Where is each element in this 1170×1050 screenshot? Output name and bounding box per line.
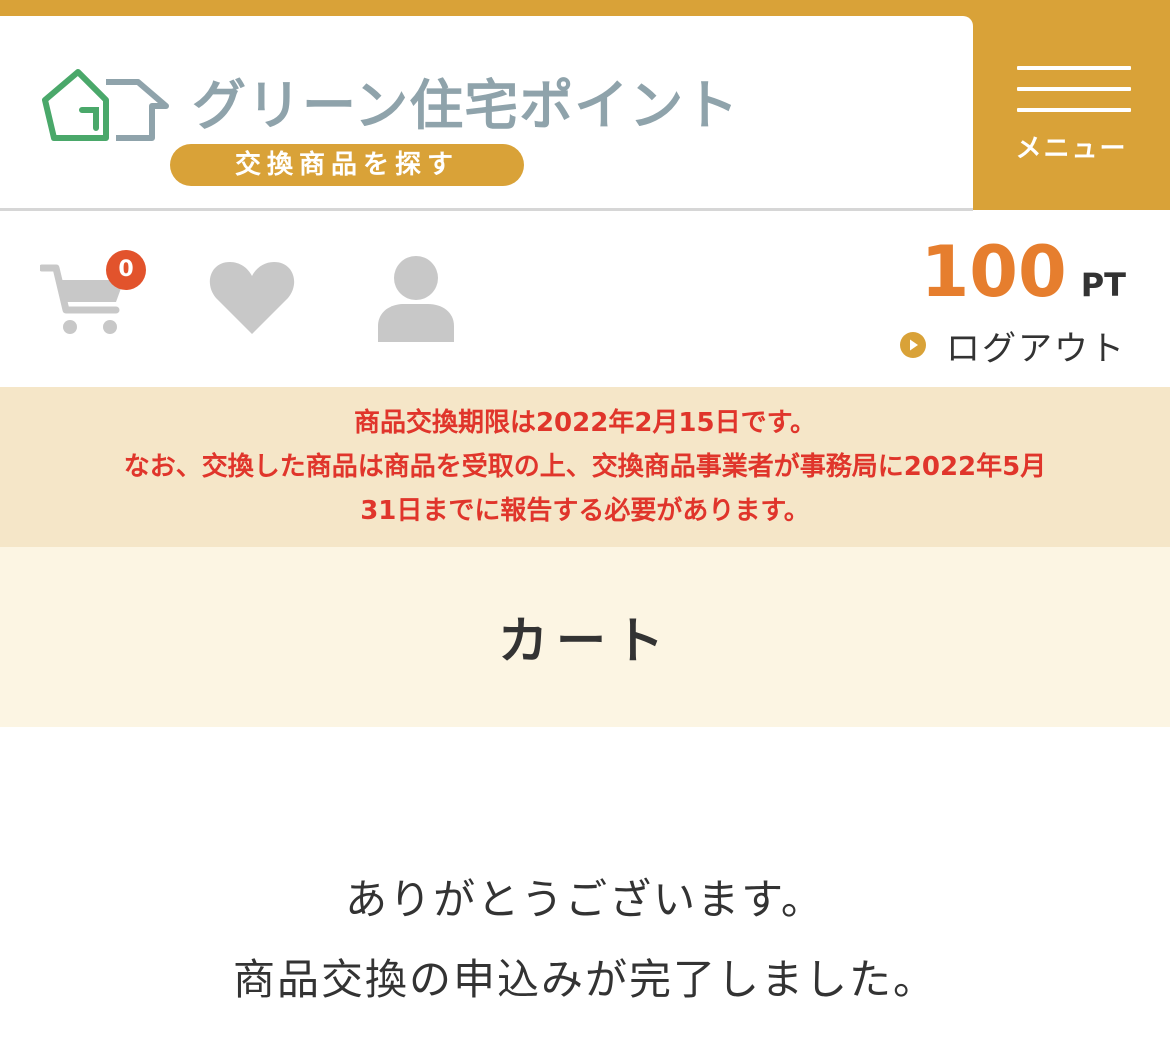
- site-header: グリーン住宅ポイント 交換商品を探す メニュー: [0, 0, 1170, 210]
- thank-you-text: ありがとうございます。: [345, 875, 825, 924]
- play-circle-icon: [900, 332, 926, 358]
- page-title: カート: [498, 612, 672, 670]
- points-value: 100: [920, 231, 1067, 313]
- cart-button[interactable]: 0: [38, 250, 146, 338]
- logo-subtitle-badge[interactable]: 交換商品を探す: [170, 144, 524, 186]
- exchange-deadline-notice: 商品交換期限は2022年2月15日です。 なお、交換した商品は商品を受取の上、交…: [0, 387, 1170, 547]
- heart-icon: [209, 262, 295, 334]
- logout-link[interactable]: ログアウト: [900, 324, 1126, 369]
- header-logo-area: グリーン住宅ポイント 交換商品を探す: [0, 16, 973, 210]
- hamburger-icon: [1017, 66, 1131, 116]
- favorites-button[interactable]: [208, 258, 296, 336]
- cart-count-badge: 0: [106, 250, 146, 290]
- menu-button[interactable]: メニュー: [973, 0, 1170, 210]
- points-unit: PT: [1080, 266, 1126, 304]
- page-title-bar: カート: [0, 547, 1170, 727]
- header-divider: [0, 208, 973, 211]
- logout-label: ログアウト: [946, 328, 1126, 369]
- user-icon: [378, 256, 454, 342]
- points-balance: 100 PT: [921, 232, 1126, 312]
- menu-label: メニュー: [1015, 134, 1128, 164]
- account-button[interactable]: [376, 254, 456, 344]
- notice-line-3: 31日までに報告する必要があります。: [360, 496, 810, 526]
- notice-line-1: 商品交換期限は2022年2月15日です。: [353, 408, 817, 438]
- completion-message: ありがとうございます。 商品交換の申込みが完了しました。: [0, 860, 1170, 1020]
- notice-line-2: なお、交換した商品は商品を受取の上、交換商品事業者が事務局に2022年5月: [123, 452, 1047, 482]
- house-logo-icon[interactable]: [40, 66, 175, 146]
- logo-title[interactable]: グリーン住宅ポイント: [192, 70, 739, 142]
- completion-text: 商品交換の申込みが完了しました。: [232, 955, 937, 1004]
